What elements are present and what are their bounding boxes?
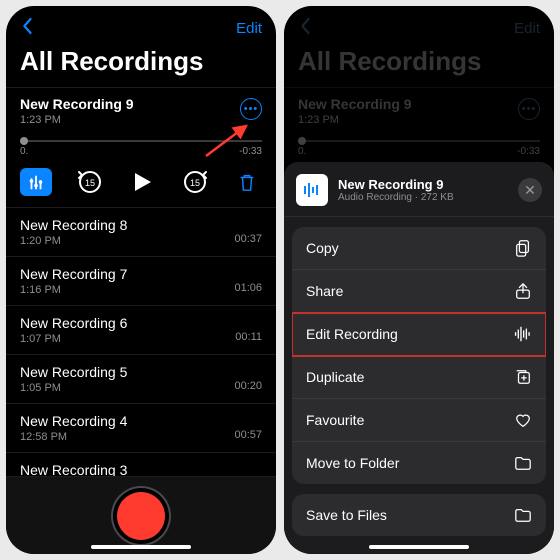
action-label: Edit Recording xyxy=(306,326,398,342)
recording-duration: 00:20 xyxy=(234,380,262,392)
scrubber xyxy=(298,140,540,142)
screenshot-right: Edit All Recordings New Recording 9 1:23… xyxy=(284,6,554,554)
action-favourite[interactable]: Favourite xyxy=(292,399,546,442)
skip-forward-15-button[interactable] xyxy=(180,167,210,197)
recording-name: New Recording 4 xyxy=(20,413,127,429)
options-button[interactable] xyxy=(20,168,52,196)
record-button[interactable] xyxy=(117,492,165,540)
sheet-actions-group: Copy Share Edit Recording Duplicate Favo… xyxy=(292,227,546,484)
skip-back-15-button[interactable] xyxy=(75,167,105,197)
copy-icon xyxy=(514,239,532,257)
recording-name: New Recording 5 xyxy=(20,364,127,380)
action-share[interactable]: Share xyxy=(292,270,546,313)
waveform-icon xyxy=(302,180,322,200)
sheet-save-group: Save to Files xyxy=(292,494,546,536)
screenshot-left: Edit All Recordings New Recording 9 1:23… xyxy=(6,6,276,554)
share-icon xyxy=(514,282,532,300)
list-item[interactable]: New Recording 7 1:16 PM 01:06 xyxy=(6,257,276,306)
action-label: Copy xyxy=(306,240,339,256)
action-copy[interactable]: Copy xyxy=(292,227,546,270)
current-recording: New Recording 9 1:23 PM ••• 0. -0:33 xyxy=(6,87,276,208)
waveform-icon xyxy=(514,325,532,343)
recording-name: New Recording 6 xyxy=(20,315,127,331)
sliders-icon xyxy=(27,173,45,191)
sheet-header: New Recording 9 Audio Recording · 272 KB… xyxy=(284,162,554,217)
recording-time: 1:05 PM xyxy=(20,382,127,394)
more-options-button: ••• xyxy=(518,98,540,120)
nav-bar: Edit xyxy=(6,6,276,40)
folder-icon xyxy=(514,506,532,524)
action-label: Duplicate xyxy=(306,369,364,385)
recording-name: New Recording 7 xyxy=(20,266,127,282)
sheet-close-button[interactable]: ✕ xyxy=(518,178,542,202)
more-options-button[interactable]: ••• xyxy=(240,98,262,120)
action-move-to-folder[interactable]: Move to Folder xyxy=(292,442,546,484)
recording-duration: 01:06 xyxy=(234,282,262,294)
close-icon: ✕ xyxy=(524,182,536,199)
action-label: Favourite xyxy=(306,412,364,428)
sheet-title: New Recording 9 xyxy=(338,177,508,192)
remaining-time: -0:33 xyxy=(239,146,262,157)
action-label: Move to Folder xyxy=(306,455,399,471)
recording-time: 1:20 PM xyxy=(20,235,127,247)
current-time: 1:23 PM xyxy=(298,114,540,126)
home-indicator[interactable] xyxy=(369,545,469,549)
elapsed-time: 0. xyxy=(20,146,28,157)
back-icon xyxy=(298,16,312,41)
sheet-thumbnail xyxy=(296,174,328,206)
heart-icon xyxy=(514,411,532,429)
action-save-to-files[interactable]: Save to Files xyxy=(292,494,546,536)
duplicate-icon xyxy=(514,368,532,386)
sheet-subtitle: Audio Recording · 272 KB xyxy=(338,192,508,203)
folder-icon xyxy=(514,454,532,472)
elapsed-time: 0. xyxy=(298,146,306,157)
play-button[interactable] xyxy=(127,167,157,197)
recording-name: New Recording 8 xyxy=(20,217,127,233)
page-title: All Recordings xyxy=(6,40,276,87)
skip-forward-icon xyxy=(182,169,208,195)
action-duplicate[interactable]: Duplicate xyxy=(292,356,546,399)
ellipsis-icon: ••• xyxy=(244,103,259,115)
remaining-time: -0:33 xyxy=(517,146,540,157)
play-icon xyxy=(129,169,155,195)
action-edit-recording[interactable]: Edit Recording xyxy=(292,313,546,356)
current-name: New Recording 9 xyxy=(298,96,540,112)
delete-button[interactable] xyxy=(232,167,262,197)
recording-duration: 00:57 xyxy=(234,429,262,441)
recording-duration: 00:37 xyxy=(234,233,262,245)
edit-button: Edit xyxy=(514,20,540,37)
back-icon[interactable] xyxy=(20,16,34,41)
recording-time: 1:16 PM xyxy=(20,284,127,296)
list-item[interactable]: New Recording 4 12:58 PM 00:57 xyxy=(6,404,276,453)
action-sheet: New Recording 9 Audio Recording · 272 KB… xyxy=(284,162,554,554)
list-item[interactable]: New Recording 8 1:20 PM 00:37 xyxy=(6,208,276,257)
trash-icon xyxy=(237,171,257,193)
action-label: Share xyxy=(306,283,343,299)
page-title: All Recordings xyxy=(284,40,554,87)
record-dock xyxy=(6,476,276,554)
list-item[interactable]: New Recording 6 1:07 PM 00:11 xyxy=(6,306,276,355)
scrubber[interactable] xyxy=(20,140,262,142)
ellipsis-icon: ••• xyxy=(522,103,537,115)
skip-back-icon xyxy=(77,169,103,195)
recording-duration: 00:11 xyxy=(235,331,262,343)
current-name: New Recording 9 xyxy=(20,96,262,112)
recording-time: 1:07 PM xyxy=(20,333,127,345)
current-time: 1:23 PM xyxy=(20,114,262,126)
list-item[interactable]: New Recording 5 1:05 PM 00:20 xyxy=(6,355,276,404)
edit-button[interactable]: Edit xyxy=(236,20,262,37)
home-indicator[interactable] xyxy=(91,545,191,549)
nav-bar: Edit xyxy=(284,6,554,40)
recording-time: 12:58 PM xyxy=(20,431,127,443)
action-label: Save to Files xyxy=(306,507,387,523)
